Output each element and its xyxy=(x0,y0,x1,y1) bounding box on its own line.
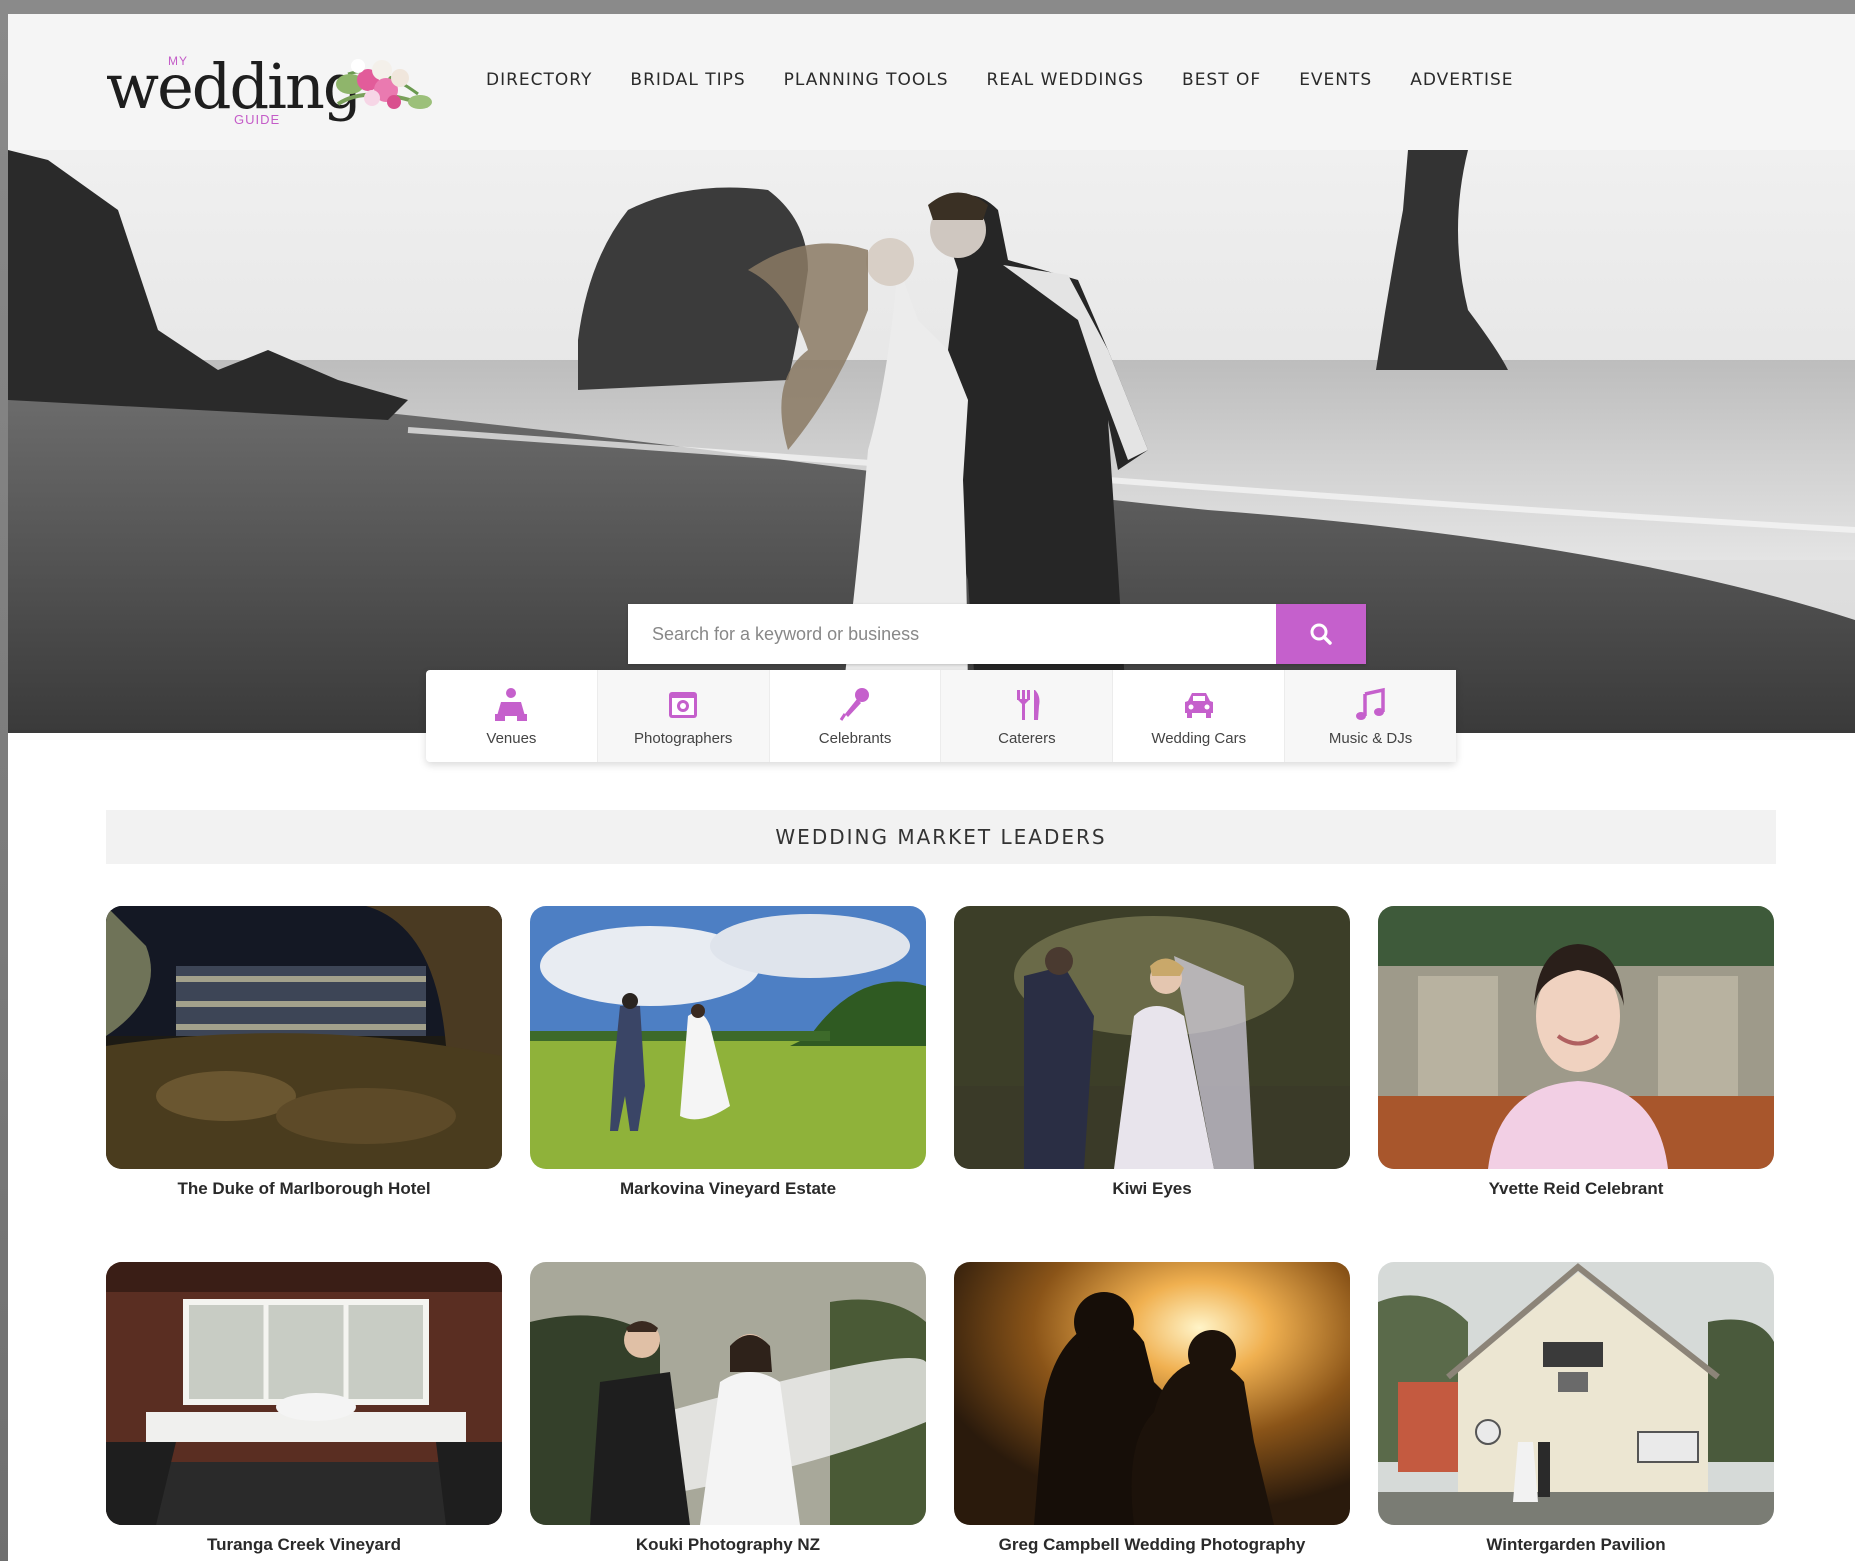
category-label: Wedding Cars xyxy=(1151,729,1247,747)
category-label: Caterers xyxy=(998,729,1056,747)
nav-planning-tools[interactable]: PLANNING TOOLS xyxy=(784,70,949,90)
card-title: Wintergarden Pavilion xyxy=(1486,1535,1666,1554)
nav-directory[interactable]: DIRECTORY xyxy=(486,70,592,90)
category-wedding-cars[interactable]: Wedding Cars xyxy=(1113,670,1286,762)
leader-card[interactable]: The Duke of Marlborough Hotel xyxy=(106,906,502,1199)
card-title: Greg Campbell Wedding Photography xyxy=(998,1535,1306,1554)
leader-card[interactable]: Wintergarden Pavilion xyxy=(1378,1262,1774,1555)
card-title: Yvette Reid Celebrant xyxy=(1488,1179,1664,1198)
search-bar xyxy=(628,604,1366,664)
microphone-icon xyxy=(839,687,870,721)
card-image xyxy=(1378,906,1774,1169)
leader-card[interactable]: Kouki Photography NZ xyxy=(530,1262,926,1555)
hero-banner xyxy=(8,150,1855,733)
site-header: MY wedding GUIDE DIRECTORY BRIDAL TIPS P… xyxy=(8,14,1855,150)
leader-card[interactable]: Yvette Reid Celebrant xyxy=(1378,906,1774,1199)
leader-card[interactable]: Greg Campbell Wedding Photography xyxy=(954,1262,1350,1555)
nav-bridal-tips[interactable]: BRIDAL TIPS xyxy=(630,70,745,90)
music-note-icon xyxy=(1355,687,1385,720)
logo-guide-text: GUIDE xyxy=(234,112,281,127)
page: MY wedding GUIDE DIRECTORY BRIDAL TIPS P… xyxy=(8,14,1855,1561)
nav-real-weddings[interactable]: REAL WEDDINGS xyxy=(987,70,1144,90)
logo-wedding-text: wedding xyxy=(106,50,363,123)
venues-icon xyxy=(495,687,528,721)
card-image xyxy=(530,1262,926,1525)
category-label: Music & DJs xyxy=(1328,729,1413,747)
category-label: Celebrants xyxy=(818,729,892,747)
card-image xyxy=(1378,1262,1774,1525)
category-label: Venues xyxy=(486,729,537,747)
site-logo[interactable]: MY wedding GUIDE xyxy=(106,36,446,132)
section-title: WEDDING MARKET LEADERS xyxy=(106,810,1776,864)
card-title: Markovina Vineyard Estate xyxy=(619,1179,837,1198)
nav-advertise[interactable]: ADVERTISE xyxy=(1410,70,1513,90)
category-music-djs[interactable]: Music & DJs xyxy=(1285,670,1456,762)
fork-knife-icon xyxy=(1016,689,1040,720)
nav-events[interactable]: EVENTS xyxy=(1299,70,1372,90)
leader-card[interactable]: Turanga Creek Vineyard xyxy=(106,1262,502,1555)
category-bar: Venues Photographers Celebrants Caterers… xyxy=(426,670,1456,762)
camera-icon xyxy=(669,691,698,718)
card-title: The Duke of Marlborough Hotel xyxy=(177,1179,431,1198)
main-nav: DIRECTORY BRIDAL TIPS PLANNING TOOLS REA… xyxy=(486,70,1552,90)
card-title: Kouki Photography NZ xyxy=(635,1535,821,1554)
card-image xyxy=(954,906,1350,1169)
search-icon xyxy=(1310,623,1332,645)
bouquet-icon xyxy=(336,59,432,109)
card-image xyxy=(106,1262,502,1525)
category-celebrants[interactable]: Celebrants xyxy=(770,670,942,762)
car-icon xyxy=(1184,692,1213,718)
category-label: Photographers xyxy=(634,729,733,747)
card-image xyxy=(954,1262,1350,1525)
nav-best-of[interactable]: BEST OF xyxy=(1182,70,1261,90)
leader-card[interactable]: Markovina Vineyard Estate xyxy=(530,906,926,1199)
category-caterers[interactable]: Caterers xyxy=(941,670,1114,762)
leader-card[interactable]: Kiwi Eyes xyxy=(954,906,1350,1199)
search-button[interactable] xyxy=(1276,604,1366,664)
category-photographers[interactable]: Photographers xyxy=(597,670,770,762)
search-input[interactable] xyxy=(628,604,1276,664)
category-venues[interactable]: Venues xyxy=(426,670,598,762)
card-title: Turanga Creek Vineyard xyxy=(206,1535,401,1554)
card-image xyxy=(106,906,502,1169)
card-title: Kiwi Eyes xyxy=(1112,1179,1192,1198)
card-image xyxy=(530,906,926,1169)
